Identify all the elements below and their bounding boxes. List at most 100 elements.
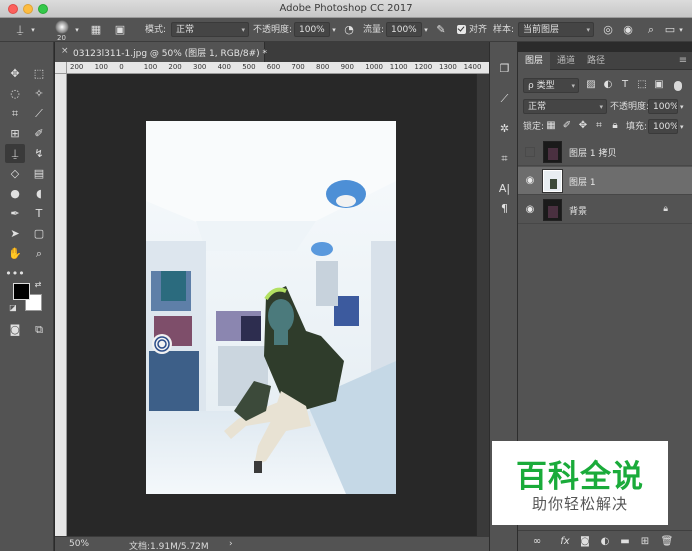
marquee-tool-icon[interactable]: ⬚ [29, 64, 49, 83]
default-colors-icon[interactable]: ◪ [7, 302, 19, 314]
more-tools-icon[interactable]: ••• [5, 264, 25, 283]
hand-tool-icon[interactable]: ✋ [5, 244, 25, 263]
flow-dropdown-icon[interactable]: ▾ [421, 22, 431, 38]
lock-all-icon[interactable]: 🔒︎ [608, 119, 622, 133]
blur-tool-icon[interactable]: ● [5, 184, 25, 203]
eraser-tool-icon[interactable]: ◇ [5, 164, 25, 183]
align-checkbox[interactable] [457, 25, 466, 34]
clone-source-icon[interactable]: ▣ [112, 22, 128, 38]
layer-opacity-dropdown-icon[interactable]: ▾ [680, 100, 684, 114]
lock-transparent-icon[interactable]: ▦ [544, 119, 558, 133]
layer-row-layer1[interactable]: ◉ 图层 1 [518, 167, 692, 195]
dodge-tool-icon[interactable]: ◖ [29, 184, 49, 203]
panel-menu-icon[interactable]: ≡ [676, 52, 690, 70]
brush-tool-icon[interactable]: ✐ [29, 124, 49, 143]
delete-layer-icon[interactable]: 🗑︎ [660, 535, 674, 549]
horizontal-ruler[interactable]: 200 100 0 100 200 300 400 500 600 700 800 900 1000 11… [67, 62, 489, 74]
new-layer-icon[interactable]: ⊞ [638, 535, 652, 549]
blend-mode-select[interactable]: 正常 ▾ [523, 99, 607, 114]
type-tool-icon[interactable]: T [29, 204, 49, 223]
brush-settings-icon[interactable]: ▦ [88, 22, 104, 38]
lock-position-icon[interactable]: ✥ [576, 119, 590, 133]
fill-dropdown-icon[interactable]: ▾ [680, 120, 684, 134]
zoom-tool-icon[interactable]: ⌕ [29, 244, 49, 263]
character-icon[interactable]: A| [496, 180, 513, 197]
adjustment-layer-icon[interactable]: ◐ [598, 535, 612, 549]
fill-field[interactable]: 100% [648, 119, 678, 134]
actions-icon[interactable]: ✲ [496, 120, 513, 137]
eye-icon[interactable]: ◉ [524, 204, 536, 216]
flow-field[interactable]: 100% [386, 22, 422, 37]
document-tab[interactable]: × 03123l311-1.jpg @ 50% (图层 1, RGB/8#) * [55, 42, 267, 62]
foreground-color-swatch[interactable] [13, 283, 30, 300]
document-info: 文档:1.91M/5.72M [129, 542, 209, 551]
layer-name[interactable]: 背景 [569, 204, 587, 217]
canvas-area[interactable] [67, 74, 476, 536]
new-group-icon[interactable]: ▬ [618, 535, 632, 549]
status-menu-arrow[interactable]: › [229, 539, 233, 549]
tab-paths[interactable]: 路径 [581, 52, 611, 70]
screen-mode-icon[interactable]: ⧉ [29, 320, 49, 339]
eye-icon[interactable]: ◉ [524, 175, 536, 187]
adjustments-icon[interactable]: ⟋ [496, 90, 513, 107]
chevron-down-icon[interactable]: ▾ [28, 22, 38, 38]
libraries-icon[interactable]: ❐ [496, 60, 513, 77]
healing-brush-tool-icon[interactable]: ⊞ [5, 124, 25, 143]
layer-row-background[interactable]: ◉ 背景 🔒︎ [518, 196, 692, 224]
vertical-ruler[interactable] [55, 74, 67, 536]
layer-row-copy[interactable]: 图层 1 拷贝 [518, 138, 692, 166]
pressure-opacity-icon[interactable]: ◔ [341, 22, 357, 38]
workspace-dropdown-icon[interactable]: ▾ [676, 22, 686, 38]
eyedropper-tool-icon[interactable]: ⟋ [29, 104, 49, 123]
sample-select[interactable]: 当前图层 ▾ [518, 22, 594, 37]
filter-adjustment-icon[interactable]: ◐ [601, 78, 615, 92]
airbrush-icon[interactable]: ✎ [433, 22, 449, 38]
fx-button[interactable]: fx [558, 535, 572, 549]
lock-artboard-icon[interactable]: ⌗ [592, 119, 606, 133]
filter-smart-object-icon[interactable]: ▣ [652, 78, 666, 92]
tab-channels[interactable]: 通道 [551, 52, 581, 70]
ruler-tick-label: 1400 [463, 63, 482, 71]
layer-filter-select[interactable]: ρ 类型 ▾ [523, 78, 579, 93]
history-brush-tool-icon[interactable]: ↯ [29, 144, 49, 163]
lock-pixels-icon[interactable]: ✐ [560, 119, 574, 133]
visibility-toggle-empty[interactable] [525, 147, 535, 157]
close-tab-icon[interactable]: × [61, 46, 69, 56]
ruler-origin[interactable] [55, 62, 67, 74]
search-icon[interactable]: ⌕ [643, 22, 659, 38]
opacity-dropdown-icon[interactable]: ▾ [329, 22, 339, 38]
inverted-photo[interactable] [146, 121, 396, 494]
vertical-scrollbar[interactable] [476, 74, 489, 536]
layer-name[interactable]: 图层 1 拷贝 [569, 146, 616, 159]
filter-type-icon[interactable]: T [618, 78, 632, 92]
filter-shape-icon[interactable]: ⬚ [635, 78, 649, 92]
paragraph-icon[interactable]: ¶ [496, 200, 513, 217]
layer-name[interactable]: 图层 1 [569, 175, 596, 188]
quick-mask-icon[interactable]: ◙ [5, 320, 25, 339]
clone-stamp-preset-icon[interactable]: ⍊ [12, 22, 28, 38]
crop-panel-icon[interactable]: ⌗ [496, 150, 513, 167]
lasso-tool-icon[interactable]: ◌ [5, 84, 25, 103]
layer-opacity-field[interactable]: 100% [648, 99, 678, 114]
clone-stamp-tool-icon[interactable]: ⍊ [5, 144, 25, 163]
add-mask-icon[interactable]: ◙ [578, 535, 592, 549]
tab-layers[interactable]: 图层 [518, 52, 550, 70]
opacity-field[interactable]: 100% [294, 22, 330, 37]
rectangle-tool-icon[interactable]: ▢ [29, 224, 49, 243]
magic-wand-tool-icon[interactable]: ✧ [29, 84, 49, 103]
ruler-tick-label: 1100 [389, 63, 408, 71]
crop-tool-icon[interactable]: ⌗ [5, 104, 25, 123]
pressure-size-icon[interactable]: ◉ [620, 22, 636, 38]
filter-pixel-icon[interactable]: ▨ [584, 78, 598, 92]
brush-size-dropdown-icon[interactable]: ▾ [72, 22, 82, 38]
link-layers-icon[interactable]: ∞ [530, 535, 544, 549]
path-selection-tool-icon[interactable]: ➤ [5, 224, 25, 243]
swap-colors-icon[interactable]: ⇄ [32, 279, 44, 291]
filter-toggle[interactable] [674, 81, 682, 91]
mode-select[interactable]: 正常 ▾ [171, 22, 249, 37]
move-tool-icon[interactable]: ✥ [5, 64, 25, 83]
ignore-adjustment-layers-icon[interactable]: ◎ [600, 22, 616, 38]
pen-tool-icon[interactable]: ✒ [5, 204, 25, 223]
zoom-level[interactable]: 50% [69, 539, 89, 549]
gradient-tool-icon[interactable]: ▤ [29, 164, 49, 183]
